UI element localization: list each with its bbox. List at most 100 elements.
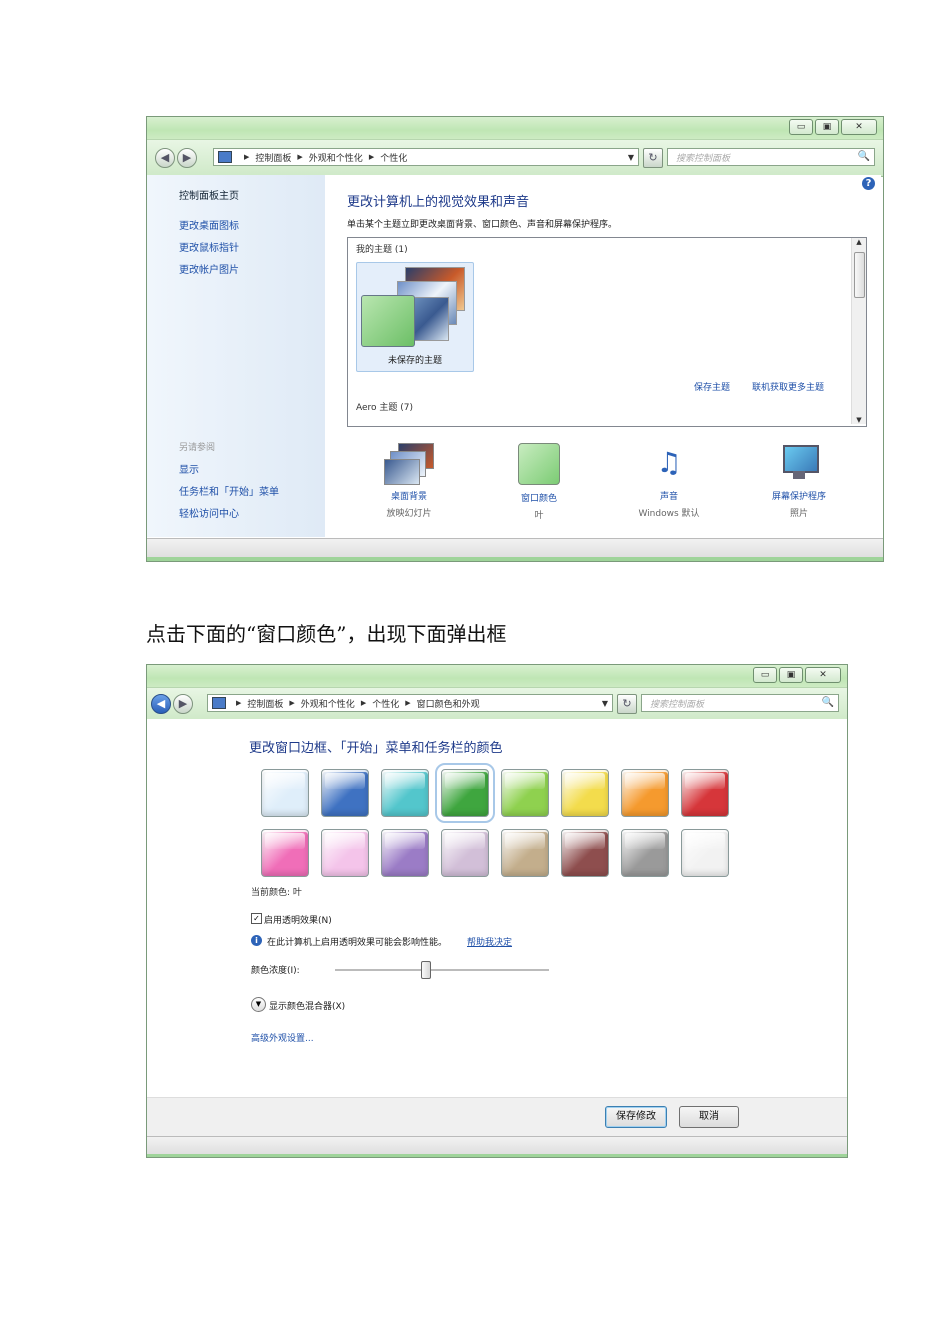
- color-swatch[interactable]: [561, 829, 609, 877]
- window-color-icon: [518, 443, 560, 485]
- color-swatch[interactable]: [681, 829, 729, 877]
- sidebar: 控制面板主页 更改桌面图标 更改鼠标指针 更改帐户图片 另请参阅 显示 任务栏和…: [147, 175, 325, 537]
- help-icon[interactable]: ?: [862, 177, 875, 190]
- breadcrumb-item[interactable]: 控制面板: [247, 697, 283, 710]
- help-me-decide-link[interactable]: 帮助我决定: [467, 935, 512, 948]
- sound-item[interactable]: ♫ 声音 Windows 默认: [629, 443, 709, 519]
- scroll-up-icon[interactable]: ▲: [852, 238, 866, 246]
- color-swatch[interactable]: [381, 829, 429, 877]
- title-bar: ▭ ▣ ✕: [147, 665, 847, 687]
- back-icon[interactable]: ◀: [155, 148, 175, 168]
- sidebar-link-taskbar[interactable]: 任务栏和「开始」菜单: [179, 483, 279, 498]
- sidebar-link-display[interactable]: 显示: [179, 461, 199, 476]
- window-color-swatch: [361, 295, 415, 347]
- theme-item-unsaved[interactable]: 未保存的主题: [356, 262, 474, 372]
- page-subtitle: 单击某个主题立即更改桌面背景、窗口颜色、声音和屏幕保护程序。: [347, 220, 618, 230]
- color-swatch[interactable]: [621, 769, 669, 817]
- chevron-down-icon[interactable]: ▼: [251, 997, 266, 1012]
- current-color-label: 当前颜色: 叶: [251, 888, 302, 898]
- color-swatch[interactable]: [435, 763, 495, 823]
- control-panel-icon: [218, 151, 232, 163]
- breadcrumb-item[interactable]: 个性化: [380, 151, 407, 164]
- chevron-right-icon: ▶: [368, 153, 375, 161]
- sound-label[interactable]: 声音: [629, 489, 709, 502]
- chevron-right-icon: ▶: [297, 153, 303, 161]
- color-swatch[interactable]: [681, 769, 729, 817]
- intensity-slider[interactable]: [335, 961, 549, 979]
- transparency-label[interactable]: 启用透明效果(N): [264, 913, 332, 926]
- color-swatch[interactable]: [501, 769, 549, 817]
- forward-icon[interactable]: ▶: [177, 148, 197, 168]
- sidebar-link-desktop-icons[interactable]: 更改桌面图标: [179, 217, 239, 232]
- minimize-button[interactable]: ▭: [789, 119, 813, 135]
- color-swatch[interactable]: [261, 769, 309, 817]
- color-swatch[interactable]: [321, 769, 369, 817]
- color-swatch[interactable]: [561, 769, 609, 817]
- info-text: 在此计算机上启用透明效果可能会影响性能。: [267, 938, 448, 948]
- chevron-right-icon: ▶: [405, 699, 411, 707]
- save-button[interactable]: 保存修改: [605, 1106, 667, 1128]
- cancel-button[interactable]: 取消: [679, 1106, 739, 1128]
- breadcrumb-item[interactable]: 外观和个性化: [309, 151, 363, 164]
- advanced-settings-link[interactable]: 高级外观设置...: [251, 1031, 314, 1044]
- maximize-button[interactable]: ▣: [779, 667, 803, 683]
- my-themes-heading: 我的主题 (1): [356, 245, 408, 255]
- screensaver-label[interactable]: 屏幕保护程序: [759, 489, 839, 502]
- color-swatch[interactable]: [381, 769, 429, 817]
- search-icon[interactable]: 🔍: [858, 151, 870, 162]
- search-icon[interactable]: 🔍: [822, 697, 834, 708]
- save-theme-link[interactable]: 保存主题: [694, 380, 730, 393]
- search-placeholder: 搜索控制面板: [676, 153, 731, 164]
- slider-thumb[interactable]: [420, 961, 431, 979]
- search-input[interactable]: 搜索控制面板 🔍: [667, 148, 875, 166]
- chevron-right-icon: ▶: [360, 699, 367, 707]
- chevron-down-icon[interactable]: ▼: [628, 153, 634, 162]
- refresh-icon[interactable]: ↻: [643, 148, 663, 168]
- search-input[interactable]: 搜索控制面板 🔍: [641, 694, 839, 712]
- color-swatch[interactable]: [441, 829, 489, 877]
- breadcrumb-item[interactable]: 外观和个性化: [301, 697, 355, 710]
- maximize-button[interactable]: ▣: [815, 119, 839, 135]
- desktop-background-item[interactable]: 桌面背景 放映幻灯片: [369, 443, 449, 519]
- chevron-right-icon: ▶: [236, 699, 242, 707]
- refresh-icon[interactable]: ↻: [617, 694, 637, 714]
- aero-themes-heading: Aero 主题 (7): [356, 403, 414, 413]
- back-icon[interactable]: ◀: [151, 694, 171, 714]
- sidebar-link-mouse-pointer[interactable]: 更改鼠标指针: [179, 239, 239, 254]
- color-swatch[interactable]: [621, 829, 669, 877]
- color-mixer-toggle[interactable]: 显示颜色混合器(X): [269, 999, 345, 1012]
- get-more-themes-link[interactable]: 联机获取更多主题: [752, 380, 824, 393]
- desktop-background-label[interactable]: 桌面背景: [369, 489, 449, 502]
- breadcrumb-item[interactable]: 窗口颜色和外观: [417, 697, 480, 710]
- color-swatch[interactable]: [261, 829, 309, 877]
- screensaver-icon: [779, 443, 819, 483]
- scrollbar-thumb[interactable]: [854, 252, 865, 298]
- status-bar: [147, 538, 883, 561]
- breadcrumb[interactable]: ▶ 控制面板 ▶ 外观和个性化 ▶ 个性化 ▼: [213, 148, 639, 166]
- window-color-item[interactable]: 窗口颜色 叶: [499, 443, 579, 521]
- color-swatch[interactable]: [321, 829, 369, 877]
- window-color-label[interactable]: 窗口颜色: [499, 491, 579, 504]
- forward-icon[interactable]: ▶: [173, 694, 193, 714]
- search-placeholder: 搜索控制面板: [650, 699, 705, 710]
- breadcrumb-item[interactable]: 个性化: [372, 697, 399, 710]
- color-swatch[interactable]: [501, 829, 549, 877]
- chevron-right-icon: ▶: [244, 153, 250, 161]
- breadcrumb-item[interactable]: 控制面板: [255, 151, 291, 164]
- sidebar-home-link[interactable]: 控制面板主页: [179, 187, 239, 202]
- transparency-checkbox[interactable]: ✓: [251, 913, 262, 924]
- breadcrumb[interactable]: ▶ 控制面板 ▶ 外观和个性化 ▶ 个性化 ▶ 窗口颜色和外观 ▼: [207, 694, 613, 712]
- screensaver-item[interactable]: 屏幕保护程序 照片: [759, 443, 839, 519]
- scrollbar[interactable]: ▲ ▼: [851, 238, 866, 424]
- main-panel: ? 更改计算机上的视觉效果和声音 单击某个主题立即更改桌面背景、窗口颜色、声音和…: [325, 175, 881, 537]
- info-icon: i: [251, 935, 262, 946]
- scroll-down-icon[interactable]: ▼: [852, 416, 866, 424]
- status-bar: [147, 1136, 847, 1157]
- minimize-button[interactable]: ▭: [753, 667, 777, 683]
- chevron-down-icon[interactable]: ▼: [602, 699, 608, 708]
- sidebar-link-ease-of-access[interactable]: 轻松访问中心: [179, 505, 239, 520]
- screensaver-value: 照片: [789, 509, 808, 519]
- close-button[interactable]: ✕: [805, 667, 841, 683]
- close-button[interactable]: ✕: [841, 119, 877, 135]
- sidebar-link-account-picture[interactable]: 更改帐户图片: [179, 261, 239, 276]
